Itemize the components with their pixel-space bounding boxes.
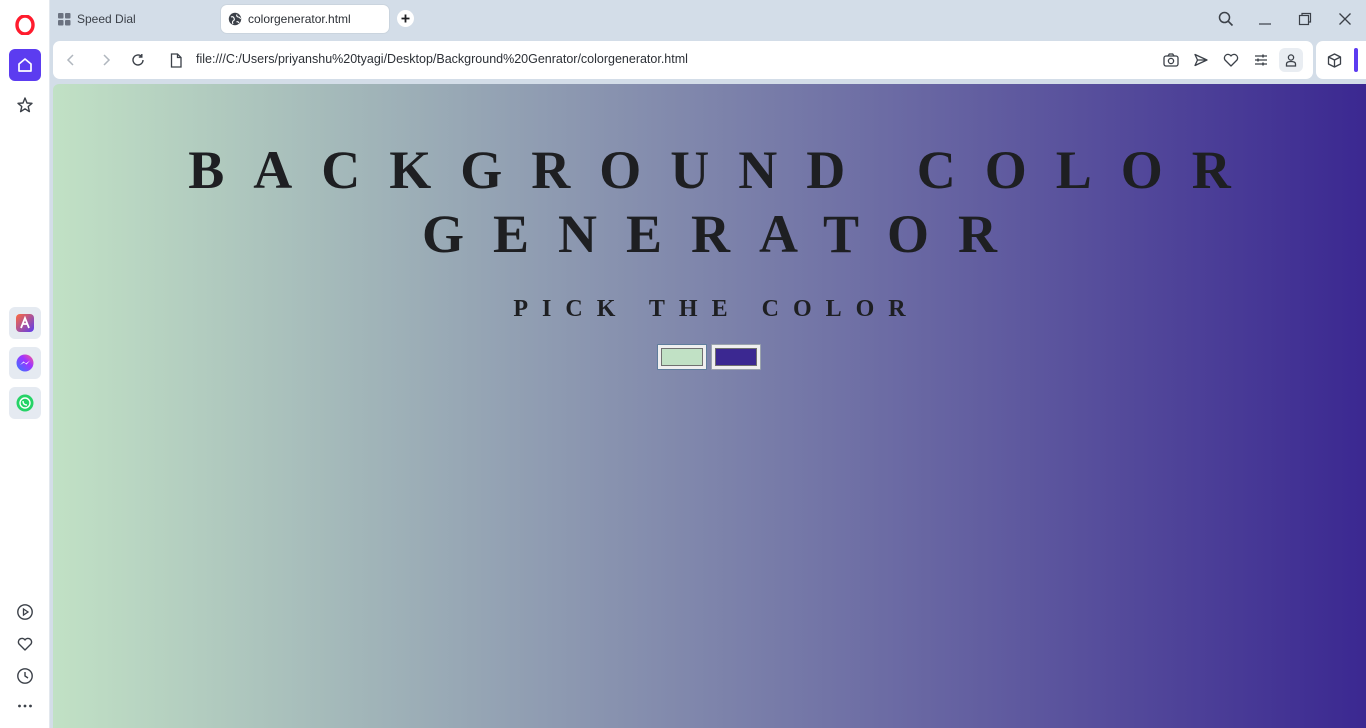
reload-icon <box>132 54 144 66</box>
restore-button[interactable] <box>1292 6 1318 32</box>
minimize-icon <box>1259 23 1271 25</box>
back-button[interactable] <box>61 50 81 70</box>
color-swatch-fill <box>661 348 703 366</box>
bookmark-button[interactable] <box>1220 49 1242 71</box>
messenger-icon[interactable] <box>9 347 41 379</box>
address-bar: file:///C:/Users/priyanshu%20tyagi/Deskt… <box>53 41 1313 79</box>
aria-icon[interactable] <box>9 307 41 339</box>
more-icon[interactable] <box>9 690 41 722</box>
history-icon[interactable] <box>9 660 41 692</box>
page-content: BACKGROUND COLOR GENERATOR PICK THE COLO… <box>53 84 1366 728</box>
tab-speed-dial[interactable]: Speed Dial <box>58 6 136 32</box>
profile-icon <box>1285 54 1297 67</box>
forward-button[interactable] <box>96 50 116 70</box>
new-tab-button[interactable] <box>397 10 414 27</box>
forward-icon <box>103 54 111 66</box>
close-window-button[interactable] <box>1332 6 1358 32</box>
plus-icon <box>401 14 410 23</box>
close-icon <box>1339 13 1351 25</box>
home-icon[interactable] <box>9 49 41 81</box>
browser-sidebar <box>0 0 50 728</box>
extensions-area <box>1316 41 1366 79</box>
tab-label: Speed Dial <box>77 12 136 26</box>
color-swatch-fill <box>715 348 757 366</box>
send-button[interactable] <box>1190 49 1212 71</box>
cube-icon <box>1327 52 1341 68</box>
snapshot-button[interactable] <box>1160 49 1182 71</box>
search-icon <box>1218 11 1234 27</box>
extensions-button[interactable] <box>1323 49 1345 71</box>
page-title: BACKGROUND COLOR GENERATOR <box>188 140 1260 264</box>
file-icon <box>170 52 182 68</box>
heart-icon[interactable] <box>9 628 41 660</box>
color-input-1[interactable] <box>657 344 707 370</box>
color-input-2[interactable] <box>711 344 761 370</box>
page-info-button[interactable] <box>166 50 186 70</box>
search-tabs-button[interactable] <box>1213 6 1239 32</box>
tab-colorgenerator[interactable]: colorgenerator.html <box>221 5 389 33</box>
profile-button[interactable] <box>1279 48 1303 72</box>
heart-icon <box>1223 53 1239 67</box>
minimize-button[interactable] <box>1252 6 1278 32</box>
page-subtitle: PICK THE COLOR <box>513 296 920 322</box>
url-field[interactable]: file:///C:/Users/priyanshu%20tyagi/Deskt… <box>196 52 688 66</box>
back-icon <box>66 54 74 66</box>
reload-button[interactable] <box>128 50 148 70</box>
settings-sliders-icon <box>1255 54 1267 66</box>
restore-icon <box>1298 12 1312 26</box>
tab-label: colorgenerator.html <box>248 12 351 26</box>
camera-icon <box>1163 53 1179 67</box>
globe-icon <box>228 12 242 26</box>
whatsapp-icon[interactable] <box>9 387 41 419</box>
sidebar-toggle-indicator[interactable] <box>1354 48 1358 72</box>
player-icon[interactable] <box>9 596 41 628</box>
star-icon[interactable] <box>9 89 41 121</box>
send-icon <box>1194 53 1208 67</box>
opera-logo-icon[interactable] <box>9 9 41 41</box>
easy-setup-button[interactable] <box>1250 49 1272 71</box>
speed-dial-icon <box>58 12 71 25</box>
